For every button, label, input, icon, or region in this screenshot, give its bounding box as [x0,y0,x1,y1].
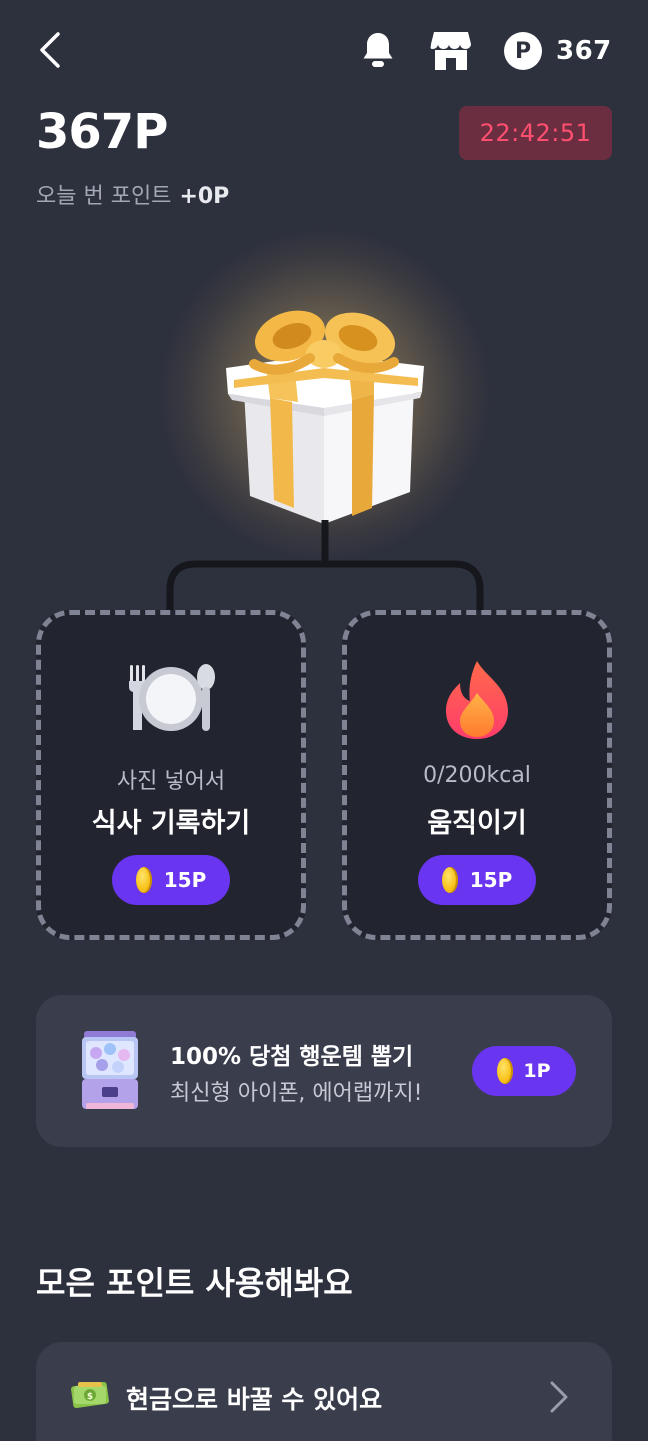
task-connector-lines [166,520,484,615]
reward-gift-box[interactable] [214,296,434,526]
section-title: 모은 포인트 사용해봐요 [36,1264,353,1302]
svg-text:$: $ [87,1392,93,1402]
task-subtitle: 사진 넣어서 [116,769,226,794]
fire-icon [442,659,512,745]
bell-icon [363,33,393,67]
meal-record-task-card[interactable]: 사진 넣어서 식사 기록하기 15P [36,610,306,940]
store-icon [430,32,471,70]
total-points: 367P [36,104,168,160]
coin-icon [135,867,152,893]
coin-icon [497,1058,514,1084]
task-reward-badge: 15P [418,855,536,905]
cash-exchange-label: 현금으로 바꿀 수 있어요 [126,1385,383,1414]
today-earned: 오늘 번 포인트 +0P [36,178,229,210]
countdown-timer: 22:42:51 [459,106,612,160]
today-earned-label: 오늘 번 포인트 [36,184,172,209]
task-title: 움직이기 [427,808,527,839]
lucky-draw-subtitle: 최신형 아이폰, 에어랩까지! [170,1081,423,1106]
task-reward-badge: 15P [112,855,230,905]
lucky-draw-banner[interactable]: 100% 당첨 행운템 뽑기 최신형 아이폰, 에어랩까지! 1P [36,995,612,1147]
store-button[interactable] [428,28,474,74]
back-button[interactable] [30,28,74,72]
lucky-draw-title: 100% 당첨 행운템 뽑기 [170,1044,414,1070]
coin-icon [441,867,458,893]
exercise-task-card[interactable]: 0/200kcal 움직이기 15P [342,610,612,940]
chevron-right-icon [544,1380,572,1414]
task-reward-value: 15P [163,868,207,892]
points-balance: 367 [556,36,612,66]
lucky-draw-cost: 1P [523,1060,551,1082]
task-reward-value: 15P [469,868,513,892]
chevron-left-icon [40,32,60,68]
today-earned-value: +0P [179,184,230,209]
cash-exchange-row[interactable]: $ 현금으로 바꿀 수 있어요 [36,1342,612,1441]
plate-cutlery-icon [126,659,216,739]
gacha-machine-icon [80,1029,140,1111]
task-subtitle: 0/200kcal [423,763,531,788]
notifications-button[interactable] [356,28,400,72]
task-title: 식사 기록하기 [91,808,251,839]
points-badge-icon: P [504,32,542,70]
money-bill-icon: $ [70,1378,110,1412]
gift-box-icon [226,310,424,524]
points-balance-chip[interactable]: P 367 [504,30,612,72]
lucky-draw-cost-button[interactable]: 1P [472,1046,576,1096]
